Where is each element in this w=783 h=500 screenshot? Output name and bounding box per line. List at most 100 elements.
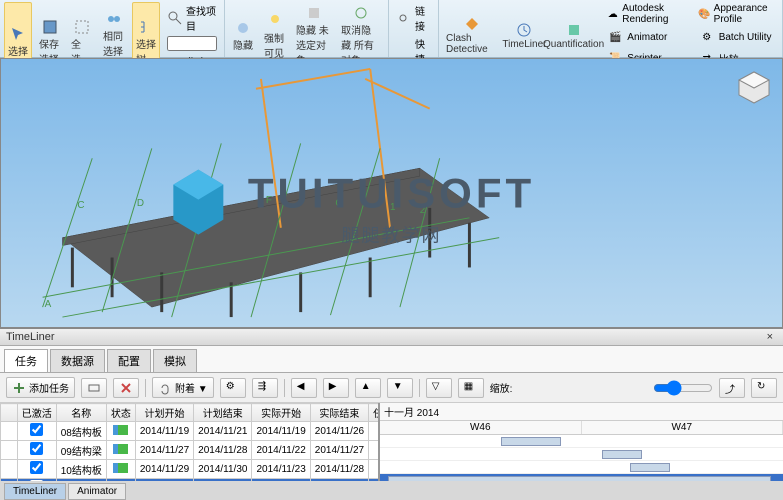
status-bars-icon: [113, 425, 129, 435]
zoom-label: 缩放:: [490, 380, 513, 395]
svg-text:A: A: [45, 299, 52, 310]
status-bars-icon: [113, 444, 129, 454]
tb-btn-10[interactable]: ↻: [751, 378, 777, 398]
tb-btn-3[interactable]: ◀: [291, 378, 317, 398]
gantt-bar[interactable]: [501, 437, 561, 446]
gantt-week: W46: [380, 421, 582, 434]
ribbon-group-select: 选择 保存 选择 全 选 相同选择 对象 选择 树 查找项目 集合 ▼ 选择和搜…: [0, 0, 225, 57]
active-checkbox[interactable]: [30, 461, 43, 474]
col-planstart[interactable]: 计划开始: [135, 404, 193, 422]
quick-find-input[interactable]: [167, 36, 217, 51]
table-row[interactable]: 10结构板 2014/11/292014/11/302014/11/232014…: [1, 460, 379, 479]
tb-btn-4[interactable]: ▶: [323, 378, 349, 398]
delete-task-button[interactable]: [113, 378, 139, 398]
table-header-row: 已激活 名称 状态 计划开始 计划结束 实际开始 实际结束 任务类型: [1, 404, 379, 422]
plus-icon: [12, 381, 26, 395]
status-bars-icon: [113, 463, 129, 473]
tb-btn-8[interactable]: ▦: [458, 378, 484, 398]
link-icon: [396, 9, 412, 27]
clash-icon: [463, 15, 481, 33]
tb-btn-1[interactable]: ⚙: [220, 378, 246, 398]
columns-icon: ▦: [464, 381, 478, 395]
gantt-header: 十一月 2014 W46 W47: [380, 403, 783, 435]
rendering-button[interactable]: ☁Autodesk Rendering: [603, 2, 690, 26]
col-actend[interactable]: 实际结束: [310, 404, 368, 422]
ribbon: 选择 保存 选择 全 选 相同选择 对象 选择 树 查找项目 集合 ▼ 选择和搜…: [0, 0, 783, 58]
quick-find-button[interactable]: [164, 35, 220, 52]
table-row[interactable]: ▶ 塔吊 2014/11/112014/11/302014/11/112014/…: [1, 479, 379, 482]
gantt-row[interactable]: [380, 474, 783, 481]
tree-icon: [137, 18, 155, 36]
svg-text:C: C: [77, 200, 84, 211]
animator-button[interactable]: 🎬Animator: [603, 27, 690, 47]
col-type[interactable]: 任务类型: [369, 404, 378, 422]
hide-unsel-icon: [305, 4, 323, 22]
tb-btn-7[interactable]: ▽: [426, 378, 452, 398]
lightbulb-icon: [266, 12, 284, 30]
insert-icon: [87, 381, 101, 395]
tb-btn-9[interactable]: ⤴: [719, 378, 745, 398]
filter-icon: ▽: [432, 381, 446, 395]
col-planend[interactable]: 计划结束: [194, 404, 252, 422]
panel-title-text: TimeLiner: [6, 331, 55, 343]
gantt-month: 十一月 2014: [380, 403, 783, 421]
col-actstart[interactable]: 实际开始: [252, 404, 310, 422]
attach-button[interactable]: 附着 ▼: [152, 377, 214, 398]
cloud-icon: ☁: [606, 5, 619, 23]
add-task-button[interactable]: 添加任务: [6, 377, 75, 398]
zoom-slider[interactable]: [653, 380, 713, 396]
gantt-row[interactable]: [380, 461, 783, 474]
ribbon-group-display: 链接 快捷特性 特性 显示: [389, 0, 439, 57]
disk-icon: [41, 18, 59, 36]
gantt-row[interactable]: [380, 448, 783, 461]
appearance-button[interactable]: 🎨Appearance Profile: [695, 2, 778, 26]
model-scene: AB CDE FG 12: [1, 59, 782, 327]
active-checkbox[interactable]: [30, 442, 43, 455]
panel-titlebar[interactable]: TimeLiner ×: [0, 329, 783, 346]
col-active[interactable]: 已激活: [17, 404, 56, 422]
svg-text:F: F: [266, 195, 272, 206]
gantt-chart[interactable]: 十一月 2014 W46 W47: [378, 403, 783, 481]
indent-left-icon: ◀: [297, 381, 311, 395]
bottom-tabs: TimeLiner Animator: [0, 481, 783, 500]
tab-datasource[interactable]: 数据源: [50, 349, 105, 372]
batch-icon: ⚙: [698, 28, 716, 46]
move-down-icon: ▼: [393, 381, 407, 395]
col-status[interactable]: 状态: [106, 404, 135, 422]
batch-button[interactable]: ⚙Batch Utility: [695, 27, 778, 47]
tab-simulate[interactable]: 模拟: [153, 349, 197, 372]
btab-timeliner[interactable]: TimeLiner: [4, 483, 66, 500]
task-grid[interactable]: 已激活 名称 状态 计划开始 计划结束 实际开始 实际结束 任务类型 08结构板…: [0, 403, 378, 481]
3d-viewport[interactable]: AB CDE FG 12 TUITUISOFT 腿腿教学网: [0, 58, 783, 328]
search-icon: [167, 9, 183, 27]
tb-btn-2[interactable]: ⇶: [252, 378, 278, 398]
select-all-icon: [73, 18, 91, 36]
tab-config[interactable]: 配置: [107, 349, 151, 372]
gantt-bar[interactable]: [388, 476, 771, 481]
gantt-bar[interactable]: [630, 463, 670, 472]
col-name[interactable]: 名称: [56, 404, 106, 422]
attach-icon: [158, 381, 172, 395]
viewcube[interactable]: [734, 67, 774, 107]
gantt-bar[interactable]: [602, 450, 642, 459]
clock-icon: [515, 21, 533, 39]
gantt-row[interactable]: [380, 435, 783, 448]
svg-text:D: D: [137, 198, 144, 209]
hide-icon: [234, 19, 252, 37]
tb-btn-6[interactable]: ▼: [387, 378, 413, 398]
active-checkbox[interactable]: [30, 480, 43, 481]
tab-tasks[interactable]: 任务: [4, 349, 48, 372]
indent-right-icon: ▶: [329, 381, 343, 395]
find-items-button[interactable]: 查找项目: [164, 2, 220, 34]
svg-text:1: 1: [390, 202, 396, 213]
delete-icon: [119, 381, 133, 395]
close-icon[interactable]: ×: [763, 331, 777, 343]
active-checkbox[interactable]: [30, 423, 43, 436]
btab-animator[interactable]: Animator: [68, 483, 126, 500]
table-row[interactable]: 09结构梁 2014/11/272014/11/282014/11/222014…: [1, 441, 379, 460]
svg-text:G: G: [335, 198, 343, 209]
table-row[interactable]: 08结构板 2014/11/192014/11/212014/11/192014…: [1, 422, 379, 441]
links-button[interactable]: 链接: [393, 2, 434, 34]
tb-btn-5[interactable]: ▲: [355, 378, 381, 398]
insert-task-button[interactable]: [81, 378, 107, 398]
